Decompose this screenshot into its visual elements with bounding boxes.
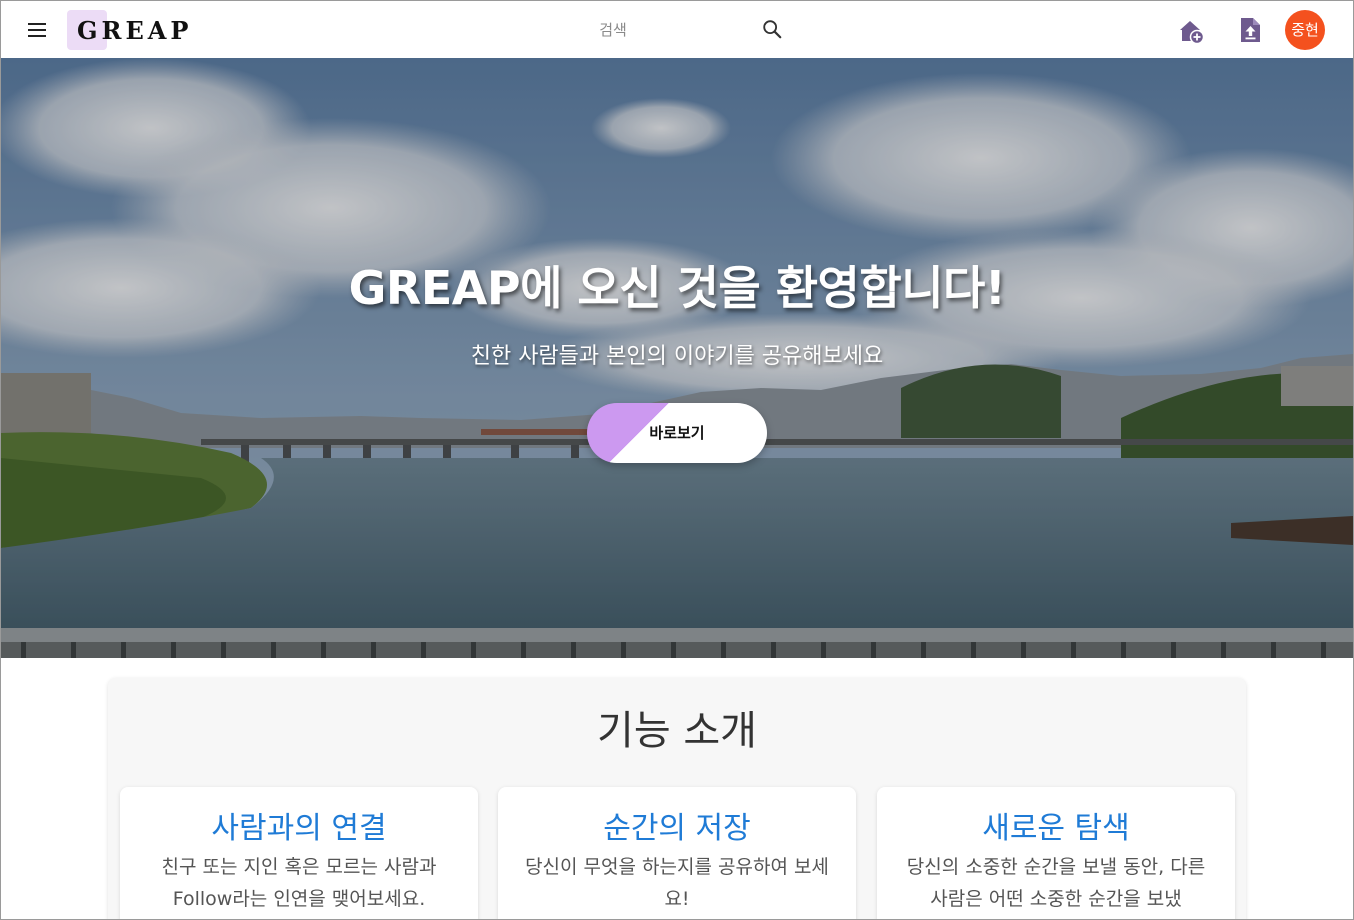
feature-card-connection: 사람과의 연결 친구 또는 지인 혹은 모르는 사람과 Follow라는 인연을…: [120, 787, 478, 919]
browse-button[interactable]: 바로보기: [587, 403, 767, 463]
upload-icon[interactable]: [1237, 16, 1263, 44]
hero-banner: GREAP에 오신 것을 환영합니다! 친한 사람들과 본인의 이야기를 공유해…: [1, 58, 1353, 658]
avatar[interactable]: 중현: [1285, 10, 1325, 50]
feature-card-title: 사람과의 연결: [211, 811, 387, 846]
logo[interactable]: GREAP: [67, 10, 188, 50]
feature-card-title: 새로운 탐색: [982, 811, 1130, 846]
feature-card-description: 당신이 무엇을 하는지를 공유하여 보세요!: [525, 856, 829, 910]
menu-icon[interactable]: [28, 20, 50, 38]
features-section: 기능 소개 사람과의 연결 친구 또는 지인 혹은 모르는 사람과 Follow…: [108, 678, 1246, 919]
feature-card-title: 순간의 저장: [603, 811, 751, 846]
browse-button-label: 바로보기: [649, 424, 705, 442]
app-window: GREAP 중현: [0, 0, 1354, 920]
hero-subtitle: 친한 사람들과 본인의 이야기를 공유해보세요: [470, 344, 884, 369]
top-bar: GREAP 중현: [1, 1, 1353, 59]
feature-card-save: 순간의 저장 당신이 무엇을 하는지를 공유하여 보세요!: [498, 787, 856, 919]
hero-title: GREAP에 오신 것을 환영합니다!: [348, 261, 1006, 315]
search-input[interactable]: [471, 13, 755, 47]
logo-text: GREAP: [77, 16, 193, 45]
search-icon[interactable]: [761, 18, 783, 40]
feature-card-description: 친구 또는 지인 혹은 모르는 사람과 Follow라는 인연을 맺어보세요.: [161, 856, 437, 910]
feature-card-description: 당신의 소중한 순간을 보낼 동안, 다른 사람은 어떤 소중한 순간을 보냈: [906, 856, 1206, 910]
feature-card-explore: 새로운 탐색 당신의 소중한 순간을 보낼 동안, 다른 사람은 어떤 소중한 …: [877, 787, 1235, 919]
home-add-icon[interactable]: [1177, 17, 1205, 45]
features-title: 기능 소개: [597, 708, 757, 754]
